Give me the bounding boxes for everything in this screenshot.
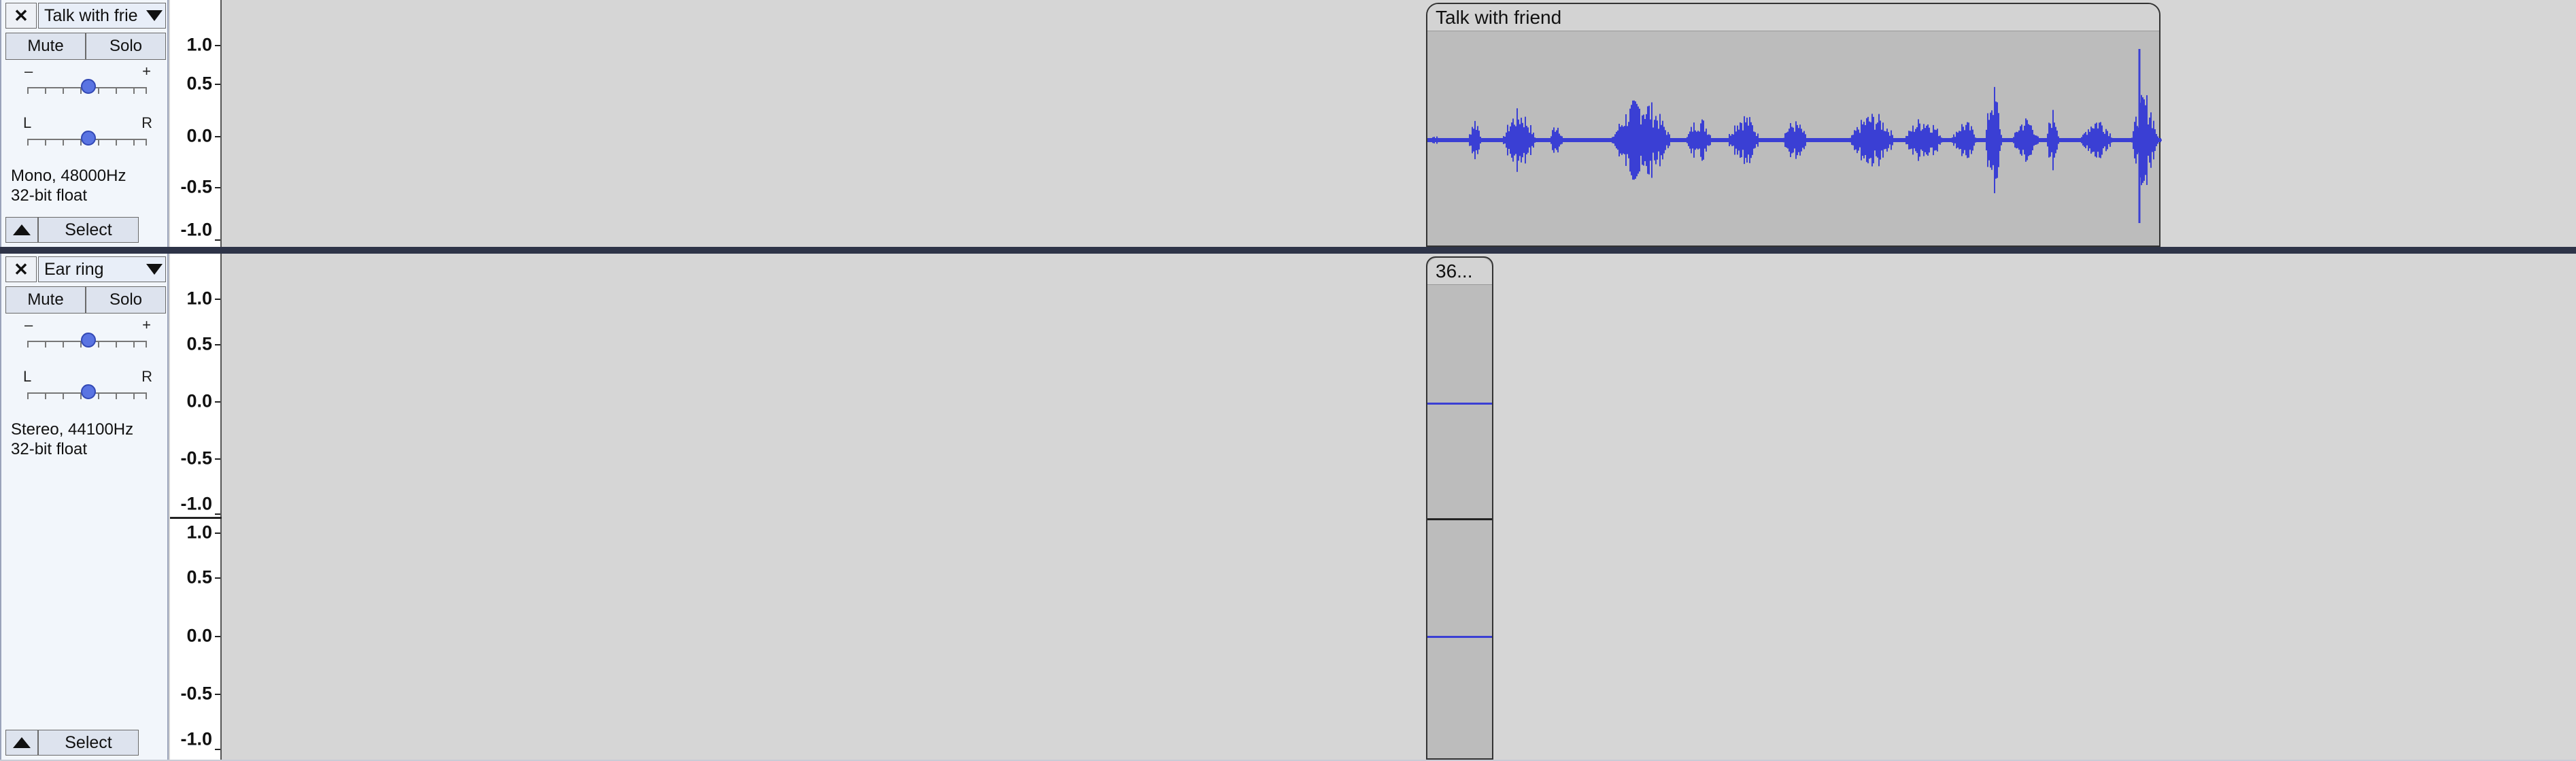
ruler-label: 0.5 bbox=[186, 566, 212, 588]
close-track-button[interactable]: ✕ bbox=[5, 256, 37, 282]
track-name-label: Talk with frie bbox=[44, 6, 138, 25]
gain-minus-label: – bbox=[24, 316, 33, 333]
track-talk-with-friend: ✕ Talk with frie Mute Solo – + L R Mono,… bbox=[0, 0, 2576, 247]
pan-right-label: R bbox=[141, 114, 152, 131]
ruler-label: 0.5 bbox=[186, 73, 212, 94]
amplitude-ruler: 1.0 0.5 0.0 -0.5 -1.0 bbox=[170, 0, 222, 247]
dropdown-arrow-icon bbox=[146, 10, 163, 21]
clip-title[interactable]: 36... bbox=[1427, 258, 1492, 285]
gain-plus-label: + bbox=[142, 63, 151, 80]
pan-slider[interactable]: L R bbox=[20, 368, 154, 409]
collapse-arrow-icon bbox=[13, 224, 31, 235]
pan-left-label: L bbox=[23, 114, 32, 131]
ruler-label: -1.0 bbox=[180, 219, 212, 240]
gain-slider[interactable]: – + bbox=[20, 316, 154, 357]
pan-slider-thumb[interactable] bbox=[81, 384, 96, 399]
collapse-arrow-icon bbox=[13, 737, 31, 748]
collapse-track-button[interactable] bbox=[5, 730, 38, 756]
pan-slider-thumb[interactable] bbox=[81, 131, 96, 146]
track-format-info: Mono, 48000Hz 32-bit float bbox=[11, 167, 126, 205]
solo-button[interactable]: Solo bbox=[86, 286, 166, 314]
ruler-label: 0.0 bbox=[186, 390, 212, 411]
amplitude-ruler: 1.0 0.5 0.0 -0.5 -1.0 1.0 0.5 0.0 -0.5 -… bbox=[170, 254, 222, 760]
track-lane[interactable]: 36... bbox=[222, 254, 2576, 760]
ruler-label: 0.5 bbox=[186, 333, 212, 354]
pan-right-label: R bbox=[141, 368, 152, 385]
channel-divider bbox=[1427, 518, 1492, 520]
pan-left-label: L bbox=[23, 368, 32, 385]
track-separator[interactable] bbox=[0, 247, 2576, 254]
ruler-label: 1.0 bbox=[186, 34, 212, 55]
track-ear-ring: ✕ Ear ring Mute Solo – + L R Stereo, 441… bbox=[0, 254, 2576, 760]
waveform bbox=[1427, 49, 2162, 223]
track-control-panel: ✕ Ear ring Mute Solo – + L R Stereo, 441… bbox=[0, 254, 169, 760]
ruler-label: 0.0 bbox=[186, 625, 212, 646]
track-name-menu-button[interactable]: Talk with frie bbox=[38, 3, 166, 29]
select-track-button[interactable]: Select bbox=[38, 730, 139, 756]
gain-slider-thumb[interactable] bbox=[81, 79, 96, 94]
dropdown-arrow-icon bbox=[146, 264, 163, 275]
ruler-label: 1.0 bbox=[186, 288, 212, 309]
track-name-menu-button[interactable]: Ear ring bbox=[38, 256, 166, 282]
ruler-label: -1.0 bbox=[180, 493, 212, 514]
solo-button[interactable]: Solo bbox=[86, 33, 166, 60]
collapse-track-button[interactable] bbox=[5, 217, 38, 243]
gain-slider-thumb[interactable] bbox=[81, 333, 96, 348]
select-track-button[interactable]: Select bbox=[38, 217, 139, 243]
ruler-label: -0.5 bbox=[180, 683, 212, 704]
mute-button[interactable]: Mute bbox=[5, 33, 86, 60]
track-lane[interactable]: Talk with friend bbox=[222, 0, 2576, 247]
mute-button[interactable]: Mute bbox=[5, 286, 86, 314]
ruler-label: -0.5 bbox=[180, 447, 212, 469]
ruler-label: 1.0 bbox=[186, 522, 212, 543]
ruler-label: -0.5 bbox=[180, 176, 212, 197]
track-control-panel: ✕ Talk with frie Mute Solo – + L R Mono,… bbox=[0, 0, 169, 247]
ruler-label: 0.0 bbox=[186, 125, 212, 146]
ruler-label: -1.0 bbox=[180, 728, 212, 749]
close-track-button[interactable]: ✕ bbox=[5, 3, 37, 29]
waveform-flat-line bbox=[1427, 636, 1492, 638]
pan-slider[interactable]: L R bbox=[20, 114, 154, 155]
audio-clip[interactable]: Talk with friend bbox=[1426, 3, 2162, 247]
gain-plus-label: + bbox=[142, 316, 151, 333]
track-name-label: Ear ring bbox=[44, 260, 104, 279]
track-format-info: Stereo, 44100Hz 32-bit float bbox=[11, 420, 134, 458]
waveform-flat-line bbox=[1427, 403, 1492, 405]
audio-clip[interactable]: 36... bbox=[1426, 256, 1493, 760]
gain-minus-label: – bbox=[24, 63, 33, 80]
gain-slider[interactable]: – + bbox=[20, 63, 154, 103]
